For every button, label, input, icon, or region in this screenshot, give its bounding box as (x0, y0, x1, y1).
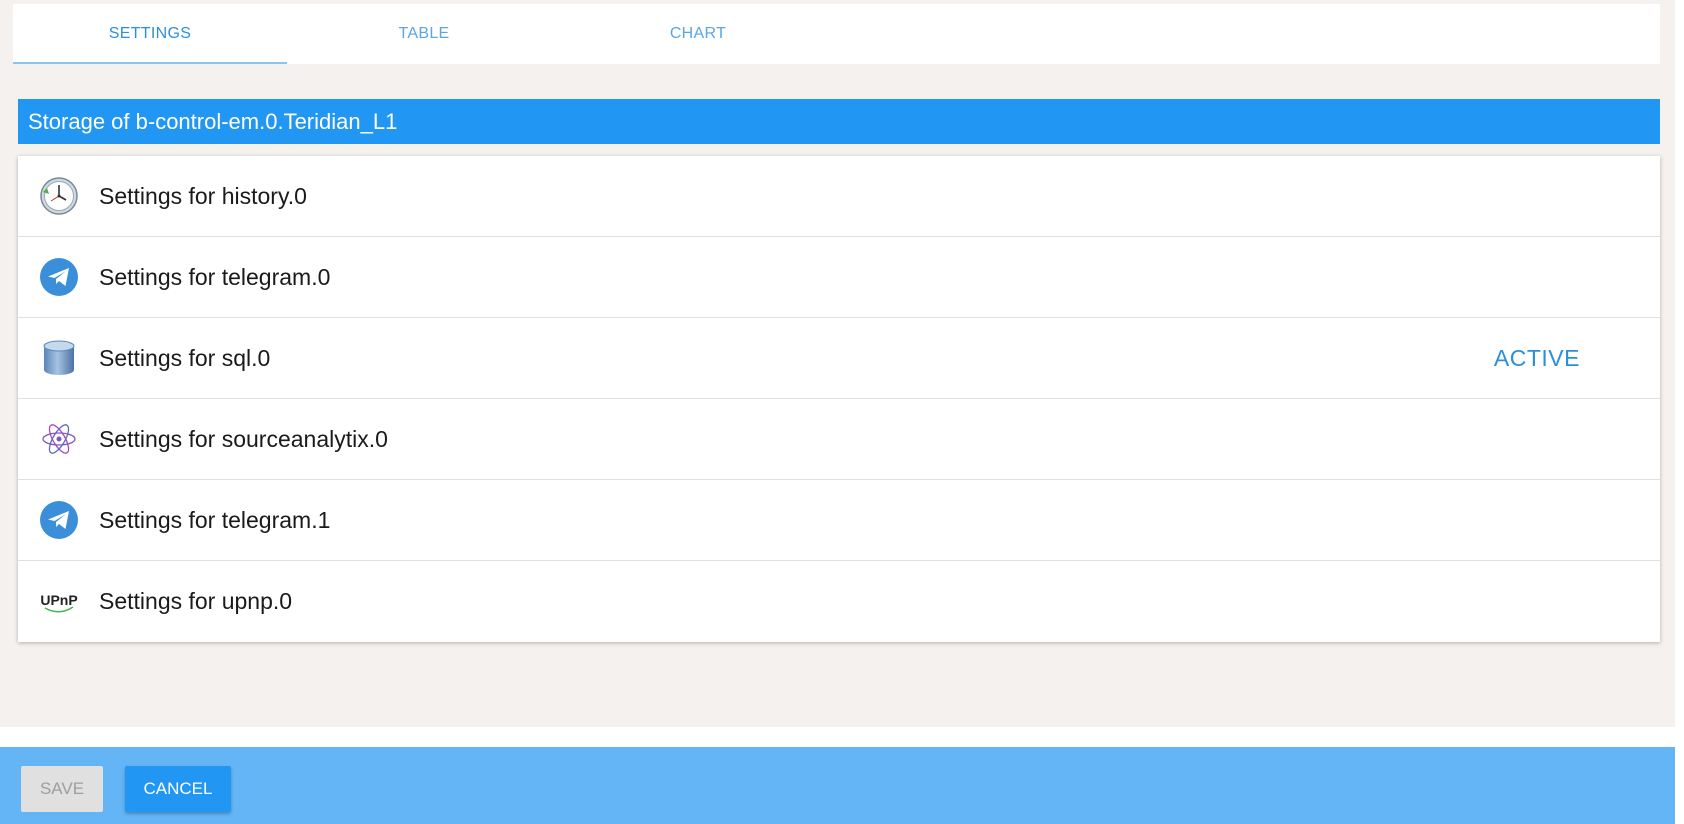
atom-icon (39, 419, 79, 459)
save-button[interactable]: SAVE (21, 766, 103, 812)
adapter-row-history-0[interactable]: Settings for history.0 (18, 156, 1660, 237)
database-icon (39, 338, 79, 378)
adapter-label: Settings for upnp.0 (99, 588, 293, 614)
cancel-button[interactable]: CANCEL (125, 766, 231, 812)
adapter-list: Settings for history.0 Settings for tele… (18, 156, 1660, 642)
tab-table[interactable]: TABLE (287, 4, 561, 64)
upnp-logo-text: UPnP (40, 592, 77, 608)
window-edge (1675, 0, 1684, 824)
adapter-row-upnp-0[interactable]: UPnP Settings for upnp.0 (18, 561, 1660, 642)
adapter-row-telegram-0[interactable]: Settings for telegram.0 (18, 237, 1660, 318)
adapter-label: Settings for telegram.0 (99, 263, 331, 290)
upnp-logo-icon: UPnP (39, 582, 79, 622)
tab-settings[interactable]: SETTINGS (13, 4, 287, 64)
storage-title: Storage of b-control-em.0.Teridian_L1 (28, 108, 398, 134)
adapter-label: Settings for sourceanalytix.0 (99, 425, 388, 452)
adapter-label: Settings for telegram.1 (99, 506, 331, 533)
adapter-row-telegram-1[interactable]: Settings for telegram.1 (18, 480, 1660, 561)
app-root: SETTINGS TABLE CHART Storage of b-contro… (0, 0, 1675, 727)
storage-header: Storage of b-control-em.0.Teridian_L1 (18, 99, 1660, 144)
telegram-icon (39, 257, 79, 297)
adapter-row-sourceanalytix-0[interactable]: Settings for sourceanalytix.0 (18, 399, 1660, 480)
tab-bar: SETTINGS TABLE CHART (13, 4, 1660, 64)
history-clock-icon (39, 176, 79, 216)
telegram-icon (39, 500, 79, 540)
adapter-row-sql-0[interactable]: Settings for sql.0 ACTIVE (18, 318, 1660, 399)
footer-bar: SAVE CANCEL (0, 747, 1675, 824)
tab-chart[interactable]: CHART (561, 4, 835, 64)
active-status-badge: ACTIVE (1493, 344, 1580, 371)
adapter-label: Settings for sql.0 (99, 344, 271, 371)
adapter-label: Settings for history.0 (99, 182, 307, 209)
